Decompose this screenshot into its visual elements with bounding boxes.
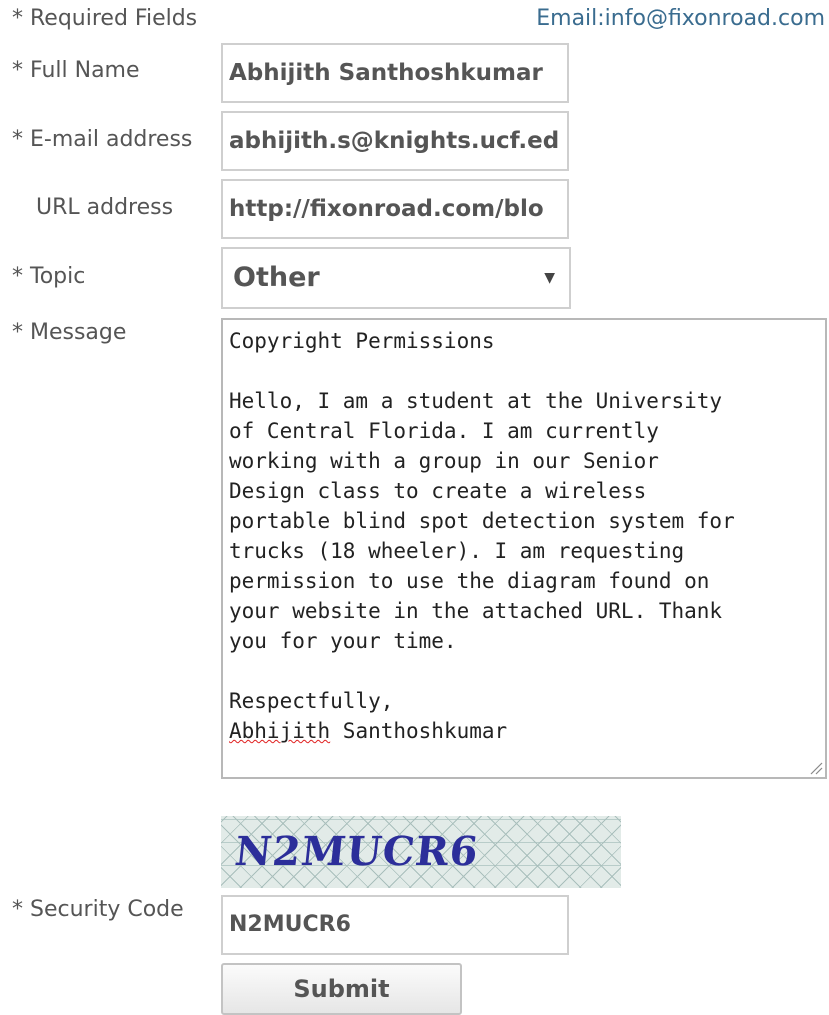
topic-selected-value: Other	[233, 262, 320, 293]
url-address-label: URL address	[36, 195, 174, 220]
topic-select[interactable]: Other ▼	[221, 247, 571, 309]
captcha-text: N2MUCR6	[232, 828, 481, 875]
spellcheck-flagged-word: Abhijith	[229, 719, 331, 743]
full-name-input[interactable]: Abhijith Santhoshkumar	[221, 43, 569, 103]
email-address-input[interactable]: abhijith.s@knights.ucf.ed	[221, 111, 569, 171]
topic-label: * Topic	[12, 264, 86, 289]
message-text: Copyright Permissions Hello, I am a stud…	[229, 329, 735, 713]
security-code-input[interactable]: N2MUCR6	[221, 895, 569, 955]
full-name-label: * Full Name	[12, 58, 140, 83]
required-fields-note: * Required Fields	[12, 6, 198, 31]
url-address-input[interactable]: http://fixonroad.com/blo	[221, 179, 569, 239]
message-textarea[interactable]: Copyright Permissions Hello, I am a stud…	[221, 318, 827, 779]
email-address-label: * E-mail address	[12, 127, 193, 152]
security-code-label: * Security Code	[12, 897, 184, 922]
submit-button[interactable]: Submit	[221, 963, 462, 1015]
message-signature-surname: Santhoshkumar	[330, 719, 508, 743]
captcha-image: N2MUCR6	[221, 816, 621, 888]
message-label: * Message	[12, 320, 127, 345]
contact-email-link[interactable]: Email:info@fixonroad.com	[536, 6, 825, 31]
chevron-down-icon: ▼	[544, 270, 555, 286]
resize-grip-icon[interactable]	[809, 761, 823, 775]
